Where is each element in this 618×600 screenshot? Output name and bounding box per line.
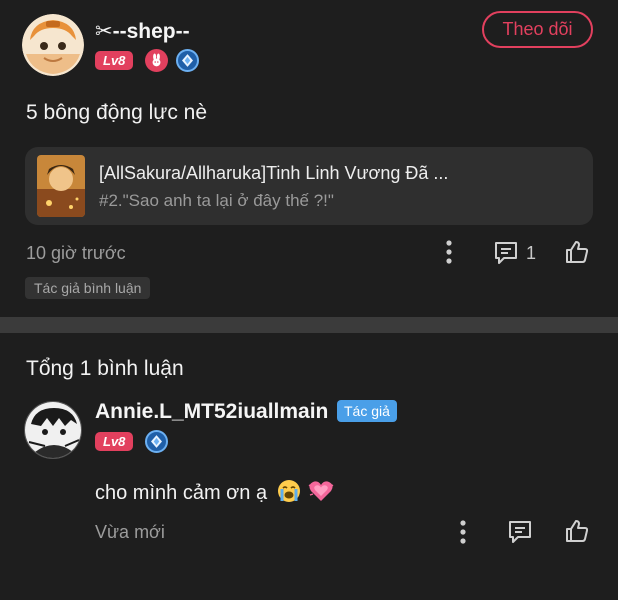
diamond-badge-icon: [176, 49, 199, 72]
comment-timestamp: Vừa mới: [95, 522, 165, 542]
commenter-name[interactable]: Annie.L_MT52iuallmain: [95, 400, 328, 424]
post-author-level-badge: Lv8: [95, 51, 134, 70]
reply-icon[interactable]: [506, 518, 534, 546]
diamond-badge-icon: [145, 430, 168, 453]
more-options-icon[interactable]: [438, 238, 460, 266]
story-chapter: #2."Sao anh ta lại ở đây thế ?!": [99, 191, 334, 210]
like-icon[interactable]: [563, 238, 591, 266]
follow-button[interactable]: Theo dõi: [482, 11, 593, 48]
comment-more-options-icon[interactable]: [452, 518, 474, 546]
linked-story-card[interactable]: [AllSakura/Allharuka]Tinh Linh Vương Đã …: [25, 147, 593, 225]
post-timestamp: 10 giờ trước: [26, 243, 126, 263]
comment-icon[interactable]: [492, 239, 520, 267]
author-commented-tag: Tác giả bình luận: [25, 277, 151, 299]
comment-text: cho mình cảm ơn ạ: [95, 482, 268, 504]
post-author-name[interactable]: ✂--shep--: [95, 19, 190, 44]
story-title: [AllSakura/Allharuka]Tinh Linh Vương Đã …: [99, 163, 449, 183]
section-divider: [0, 317, 618, 333]
growing-heart-icon: [308, 479, 334, 509]
loudly-crying-face-icon: [277, 479, 301, 509]
commenter-level-badge: Lv8: [95, 432, 134, 451]
author-tag-badge: Tác giả: [337, 400, 397, 422]
post-title: 5 bông động lực nè: [26, 101, 208, 124]
comment-body: cho mình cảm ơn ạ: [95, 479, 334, 509]
story-cover-thumbnail: [37, 155, 85, 217]
bunny-badge-icon: [145, 49, 168, 72]
comment-like-icon[interactable]: [563, 517, 591, 545]
comment-count: 1: [526, 243, 537, 263]
post-author-avatar[interactable]: [22, 14, 84, 76]
comments-heading: Tổng 1 bình luận: [26, 357, 184, 380]
commenter-avatar[interactable]: [24, 401, 82, 459]
